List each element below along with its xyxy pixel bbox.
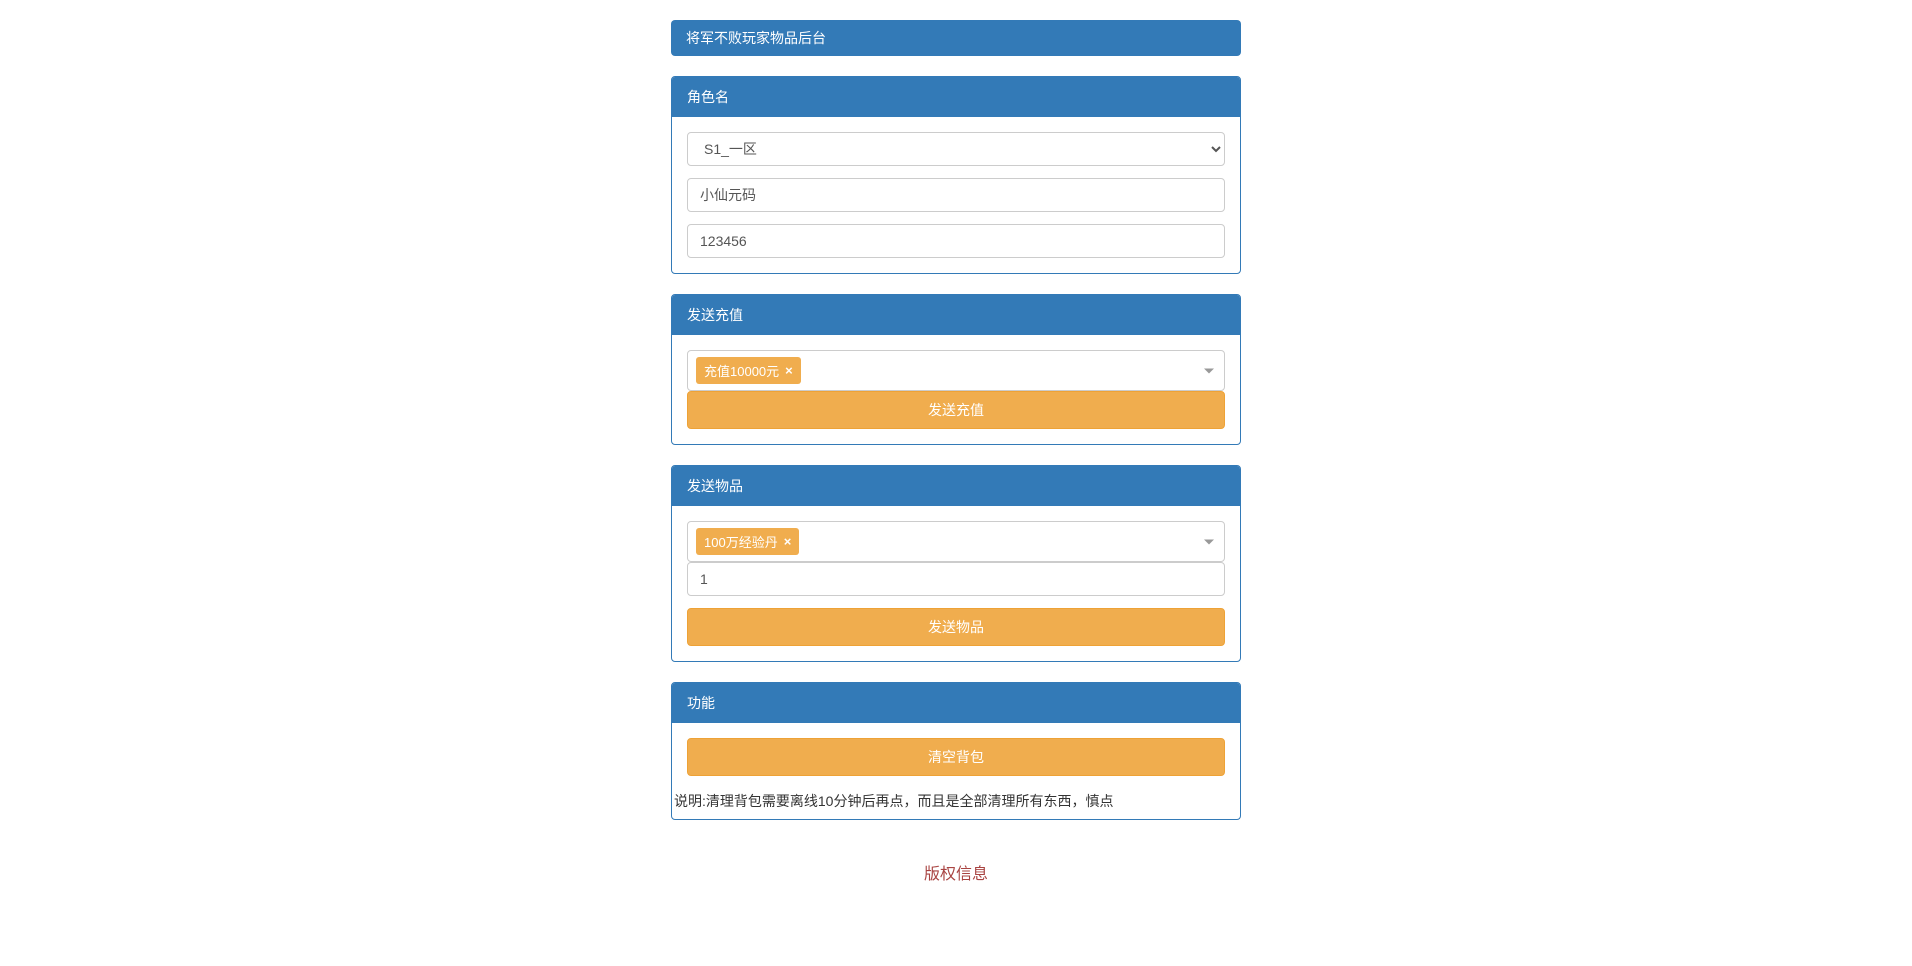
item-panel-heading: 发送物品 (672, 466, 1240, 506)
clear-bag-button[interactable]: 清空背包 (687, 738, 1225, 776)
item-multiselect[interactable]: 100万经验丹 × (687, 521, 1225, 562)
recharge-tag: 充值10000元 × (696, 357, 801, 384)
item-tag: 100万经验丹 × (696, 528, 799, 555)
recharge-panel-heading: 发送充值 (672, 295, 1240, 335)
item-panel: 发送物品 100万经验丹 × 发送物品 (671, 465, 1241, 662)
function-note: 说明:清理背包需要离线10分钟后再点，而且是全部清理所有东西，慎点 (672, 791, 1240, 819)
send-recharge-button[interactable]: 发送充值 (687, 391, 1225, 429)
function-panel-body: 清空背包 (672, 723, 1240, 791)
close-icon[interactable]: × (785, 363, 793, 378)
chevron-down-icon[interactable] (1204, 368, 1214, 373)
function-panel-heading: 功能 (672, 683, 1240, 723)
function-panel: 功能 清空背包 说明:清理背包需要离线10分钟后再点，而且是全部清理所有东西，慎… (671, 682, 1241, 820)
recharge-panel-title: 发送充值 (687, 307, 743, 323)
role-panel: 角色名 S1_一区 (671, 76, 1241, 274)
close-icon[interactable]: × (784, 534, 792, 549)
role-panel-heading: 角色名 (672, 77, 1240, 117)
recharge-panel: 发送充值 充值10000元 × 发送充值 (671, 294, 1241, 445)
role-id-input[interactable] (687, 224, 1225, 258)
item-panel-title: 发送物品 (687, 478, 743, 494)
recharge-tag-label: 充值10000元 (704, 361, 779, 380)
item-tag-label: 100万经验丹 (704, 532, 778, 551)
role-panel-body: S1_一区 (672, 117, 1240, 273)
role-name-input[interactable] (687, 178, 1225, 212)
chevron-down-icon[interactable] (1204, 539, 1214, 544)
page-title: 将军不败玩家物品后台 (686, 30, 826, 46)
copyright-text: 版权信息 (924, 866, 988, 883)
function-panel-title: 功能 (687, 695, 715, 711)
send-item-button[interactable]: 发送物品 (687, 608, 1225, 646)
recharge-panel-body: 充值10000元 × 发送充值 (672, 335, 1240, 444)
item-panel-body: 100万经验丹 × 发送物品 (672, 506, 1240, 661)
quantity-input[interactable] (687, 562, 1225, 596)
server-select[interactable]: S1_一区 (687, 132, 1225, 166)
role-panel-title: 角色名 (687, 89, 729, 105)
page-title-bar: 将军不败玩家物品后台 (671, 20, 1241, 56)
footer: 版权信息 (671, 850, 1241, 894)
recharge-multiselect[interactable]: 充值10000元 × (687, 350, 1225, 391)
